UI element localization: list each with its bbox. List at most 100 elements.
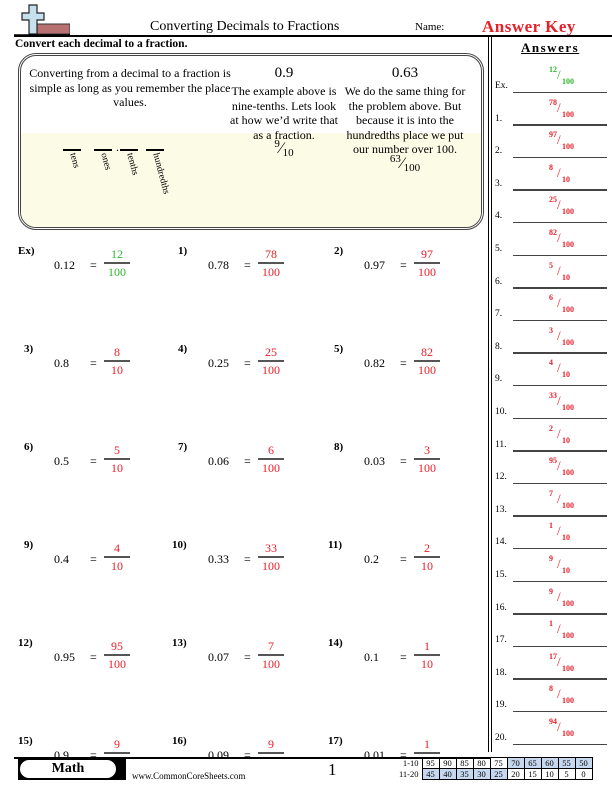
fraction-numerator: 12 [111, 247, 123, 261]
example-decimal: 0.9 [274, 65, 294, 81]
problem-number: 15) [18, 735, 33, 747]
fraction-bar [414, 360, 440, 362]
fraction-slash: / [557, 230, 561, 245]
fraction-slash: / [557, 295, 561, 311]
fraction-numerator: 2 [424, 541, 430, 555]
problem-decimal: 0.78 [208, 258, 229, 272]
fraction-slash: / [557, 67, 561, 82]
page-number: 1 [328, 760, 337, 779]
answer-numerator: 7 [549, 488, 553, 498]
fraction-numerator: 82 [421, 345, 433, 359]
answer-label: 14. [495, 537, 507, 548]
fraction-slash: / [557, 262, 561, 278]
answer-denominator: 10 [562, 566, 570, 575]
header-rule [14, 35, 612, 37]
answer-numerator: 12 [549, 65, 557, 74]
answer-label: 19. [495, 700, 507, 711]
answer-fraction: 82 100 [414, 345, 440, 377]
answer-line [513, 450, 607, 452]
fraction-denominator: 100 [418, 362, 436, 377]
fraction-denominator: 10 [111, 362, 123, 377]
problem-number: 2) [334, 245, 344, 257]
score-table: 1-10 95 90 85 80 75 70 65 60 55 50 11-20 45 40 35 30 25 2… [392, 757, 593, 780]
answer-denominator: 100 [562, 109, 574, 119]
answer-fraction: 2 10 [414, 541, 440, 573]
fraction-bar [104, 556, 130, 558]
answer-label: 3. [495, 178, 503, 189]
equals-sign: = [400, 356, 407, 370]
answer-numerator: 25 [549, 195, 557, 205]
fraction-denominator: 10 [421, 656, 433, 671]
answer-label: 11. [495, 439, 507, 450]
score-row: 11-20 45 40 35 30 25 20 15 10 5 0 [392, 768, 593, 780]
fraction-denominator: 100 [262, 362, 280, 377]
place-value-blank [94, 149, 112, 151]
fraction-numerator: 9 [114, 737, 120, 751]
score-cell: 35 [455, 768, 474, 780]
equals-sign: = [400, 552, 407, 566]
answer-numerator: 5 [549, 260, 553, 270]
equals-sign: = [90, 552, 97, 566]
equals-sign: = [90, 454, 97, 468]
answer-row: 11. 2 /10 [495, 422, 607, 452]
problem-decimal: 0.95 [54, 650, 75, 664]
problem-number: 16) [172, 735, 187, 747]
answer-fraction: 3 100 [414, 443, 440, 475]
answer-line [513, 156, 607, 159]
answer-line [513, 482, 607, 485]
answer-label: 13. [495, 504, 507, 515]
equals-sign: = [244, 650, 251, 664]
answer-row: Ex. 12/100 [495, 63, 607, 93]
subject-label: Math [20, 760, 116, 778]
problem-decimal: 0.07 [208, 650, 229, 664]
answer-label: 6. [495, 276, 503, 287]
answer-row: 6. 5 /10 [495, 259, 607, 289]
example-text: We do the same thing for the problem abo… [344, 84, 466, 156]
fraction-denominator: 100 [262, 460, 280, 475]
answer-label: 8. [495, 341, 503, 352]
answer-line [513, 645, 607, 648]
answer-label: 5. [495, 244, 503, 254]
equals-sign: = [244, 454, 251, 468]
answer-denominator: 10 [562, 370, 570, 380]
answer-numerator: 78 [549, 97, 557, 107]
problem-number: 1) [178, 245, 188, 257]
fraction-bar [414, 654, 440, 656]
problem-decimal: 0.06 [208, 454, 229, 468]
problem-number: 4) [178, 343, 188, 355]
answer-denominator: 100 [562, 729, 574, 738]
answer-numerator: 1 [549, 521, 553, 531]
answer-label: 10. [495, 407, 507, 417]
answer-label: 1. [495, 113, 503, 124]
answer-denominator: 100 [562, 663, 574, 673]
fraction-numerator: 33 [265, 541, 277, 555]
answer-denominator: 100 [562, 500, 574, 510]
answer-row: 13. 7 /100 [495, 487, 607, 517]
place-value-blank [120, 149, 138, 151]
problem-decimal: 0.09 [208, 748, 229, 762]
problem-decimal: 0.33 [208, 552, 229, 566]
problem-decimal: 0.8 [54, 356, 69, 370]
problem-decimal: 0.4 [54, 552, 69, 566]
fraction-numerator: 7 [268, 639, 274, 653]
answer-line [513, 189, 607, 191]
answer-denominator: 10 [562, 272, 570, 282]
fraction-denominator: 100 [108, 656, 126, 671]
fraction-denominator: 100 [262, 264, 280, 279]
answer-denominator: 100 [562, 240, 574, 249]
answer-denominator: 100 [562, 696, 574, 706]
answer-numerator: 94 [549, 717, 557, 726]
equals-sign: = [90, 650, 97, 664]
fraction-slash: / [557, 393, 561, 408]
plus-sign-logo-icon [14, 4, 70, 36]
score-row-label: 11-20 [398, 769, 419, 779]
fraction-denominator: 100 [262, 558, 280, 573]
score-cell: 0 [574, 768, 593, 780]
fraction-bar [414, 556, 440, 558]
score-cell: 60 [540, 757, 559, 769]
answer-line [513, 221, 607, 224]
score-cell: 90 [438, 757, 457, 769]
score-cell: 85 [455, 757, 474, 769]
answer-numerator: 8 [549, 162, 553, 172]
answer-fraction: 9 [258, 737, 284, 755]
